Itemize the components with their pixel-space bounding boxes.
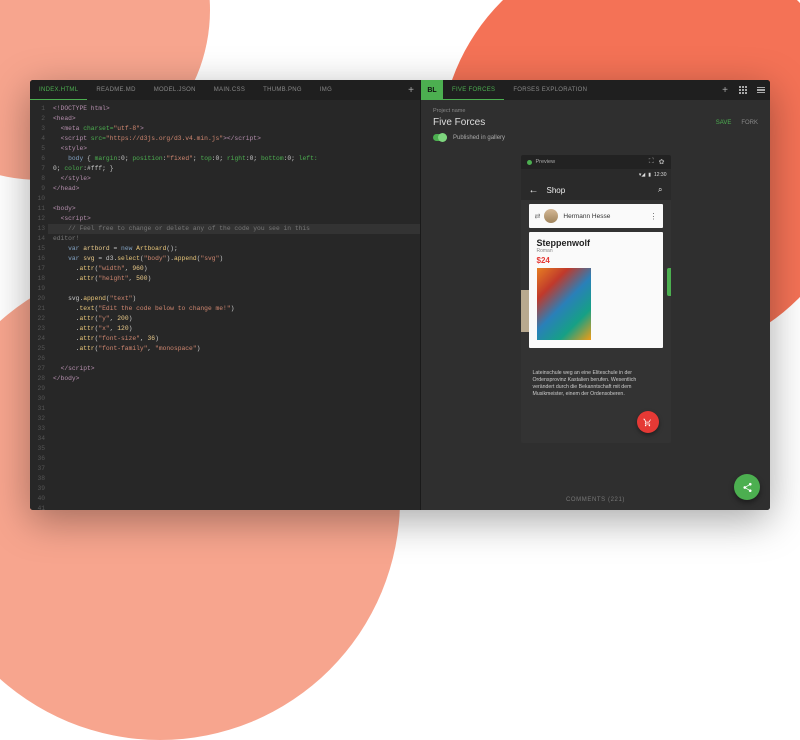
status-time: 12:30 xyxy=(654,172,667,178)
app-logo: BL xyxy=(421,80,443,100)
signal-icon: ▾◢ xyxy=(639,172,645,178)
file-tab[interactable]: MODEL.JSON xyxy=(145,80,205,100)
author-card[interactable]: ⇅ Hermann Hesse ⋮ xyxy=(529,204,663,228)
phone-content: ⇅ Hermann Hesse ⋮ Steppenwolf Roman $24 … xyxy=(521,200,671,443)
add-project-button[interactable]: + xyxy=(716,85,734,96)
book-subtitle: Roman xyxy=(537,248,655,254)
preview-header: Preview ⛶ ✿ xyxy=(521,155,671,169)
file-tab[interactable]: THUMB.PNG xyxy=(254,80,311,100)
right-tab-bar: BL FIVE FORCESFORSES EXPLORATION + xyxy=(421,80,770,100)
cart-icon xyxy=(643,418,652,427)
back-arrow-icon[interactable]: ← xyxy=(529,185,539,196)
file-tab[interactable]: IMG xyxy=(311,80,341,100)
preview-label: Preview xyxy=(536,159,556,165)
phone-status-bar: ▾◢ ▮ 12:30 xyxy=(521,169,671,180)
more-icon[interactable]: ⋮ xyxy=(650,212,658,221)
app-bar: ← Shop ⌕ xyxy=(521,180,671,200)
side-tab-right[interactable] xyxy=(667,268,671,296)
publish-toggle[interactable] xyxy=(433,134,447,141)
search-icon[interactable]: ⌕ xyxy=(658,185,662,195)
cart-fab[interactable] xyxy=(637,411,659,433)
project-tab[interactable]: FIVE FORCES xyxy=(443,80,504,100)
code-editor[interactable]: 1234567891011121314151617181920212223242… xyxy=(30,100,420,510)
phone-preview: Preview ⛶ ✿ ▾◢ ▮ 12:30 ← Shop ⌕ xyxy=(521,155,671,443)
settings-icon[interactable]: ✿ xyxy=(659,158,665,166)
book-card[interactable]: Steppenwolf Roman $24 xyxy=(529,232,663,348)
comments-bar[interactable]: COMMENTS (221) xyxy=(421,490,770,510)
file-tab[interactable]: MAIN.CSS xyxy=(205,80,254,100)
project-name-label: Project name xyxy=(433,108,758,114)
side-tab-left[interactable] xyxy=(521,290,529,332)
project-title[interactable]: Five Forces xyxy=(433,117,706,128)
book-description: Lateinschule weg an eine Eliteschule in … xyxy=(533,370,659,398)
author-avatar xyxy=(544,209,558,223)
book-title: Steppenwolf xyxy=(537,238,655,248)
book-price: $24 xyxy=(537,256,655,265)
fork-button[interactable]: FORK xyxy=(741,120,758,126)
author-name: Hermann Hesse xyxy=(563,213,644,220)
file-tab[interactable]: INDEX.HTML xyxy=(30,80,87,100)
sort-icon[interactable]: ⇅ xyxy=(532,213,540,219)
publish-label: Published in gallery xyxy=(453,135,505,141)
book-cover-image xyxy=(537,268,591,340)
share-fab[interactable] xyxy=(734,474,760,500)
app-title: Shop xyxy=(547,186,566,195)
fullscreen-icon[interactable]: ⛶ xyxy=(649,158,654,166)
preview-pane: BL FIVE FORCESFORSES EXPLORATION + Proje… xyxy=(420,80,770,510)
save-button[interactable]: SAVE xyxy=(716,120,732,126)
share-icon xyxy=(742,482,753,493)
preview-status-dot xyxy=(527,160,532,165)
code-pane: INDEX.HTMLREADME.MDMODEL.JSONMAIN.CSSTHU… xyxy=(30,80,420,510)
menu-icon[interactable] xyxy=(752,87,770,94)
battery-icon: ▮ xyxy=(648,172,651,178)
project-tab[interactable]: FORSES EXPLORATION xyxy=(504,80,596,100)
left-tab-bar: INDEX.HTMLREADME.MDMODEL.JSONMAIN.CSSTHU… xyxy=(30,80,420,100)
project-header: Project name Five Forces SAVE FORK Publi… xyxy=(421,100,770,145)
grid-view-icon[interactable] xyxy=(734,86,752,94)
add-tab-button[interactable]: + xyxy=(402,85,420,96)
file-tab[interactable]: README.MD xyxy=(87,80,144,100)
editor-window: INDEX.HTMLREADME.MDMODEL.JSONMAIN.CSSTHU… xyxy=(30,80,770,510)
preview-area: Preview ⛶ ✿ ▾◢ ▮ 12:30 ← Shop ⌕ xyxy=(421,145,770,490)
